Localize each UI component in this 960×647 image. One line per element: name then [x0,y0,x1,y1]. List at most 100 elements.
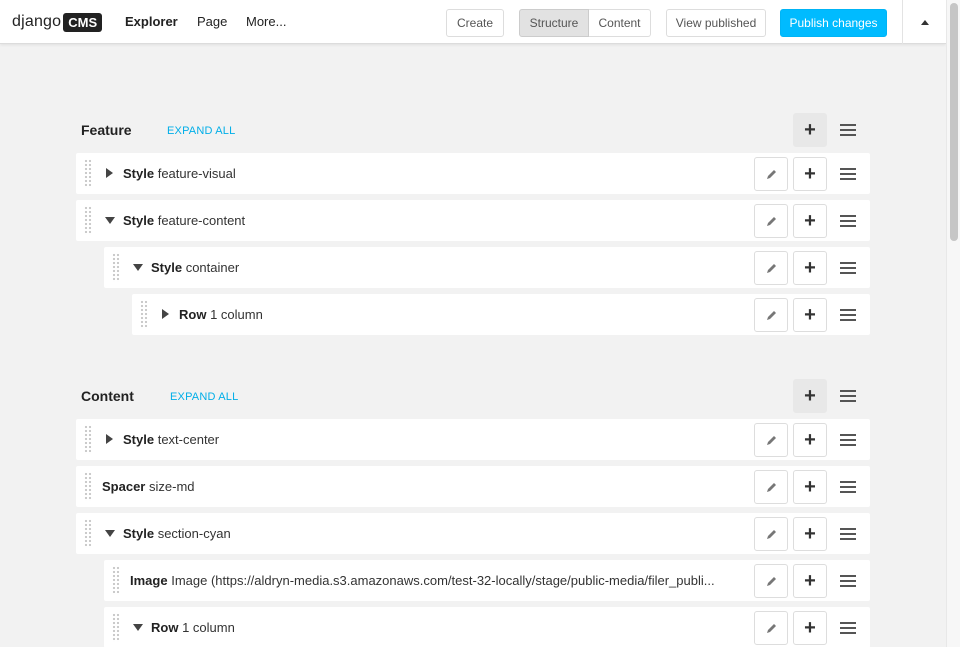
plugin-row[interactable]: Row 1 column + [132,294,870,335]
create-button[interactable]: Create [446,9,504,37]
plugin-row[interactable]: Spacer size-md + [76,466,870,507]
plugin-label: Style feature-visual [123,166,236,181]
hamburger-menu-icon[interactable] [840,124,856,136]
plugin-label: Spacer size-md [102,479,195,494]
plugin-label: Row 1 column [151,620,235,635]
plugin-label: Image Image (https://aldryn-media.s3.ama… [130,573,715,588]
plus-icon: + [804,617,816,639]
edit-plugin-button[interactable] [754,517,788,551]
plugin-row[interactable]: Style feature-visual + [76,153,870,194]
drag-handle-icon[interactable] [112,613,120,642]
add-plugin-button[interactable]: + [793,611,827,645]
view-published-button[interactable]: View published [666,9,766,37]
menu-more[interactable]: More... [246,14,286,29]
drag-handle-icon[interactable] [140,300,148,329]
plus-icon: + [804,570,816,592]
caret-down-icon[interactable] [133,264,143,271]
add-plugin-button[interactable]: + [793,157,827,191]
django-cms-logo[interactable]: django CMS [12,11,103,33]
plus-icon: + [804,257,816,279]
drag-handle-icon[interactable] [84,206,92,235]
drag-handle-icon[interactable] [84,425,92,454]
edit-plugin-button[interactable] [754,470,788,504]
plugin-row[interactable]: Style section-cyan + [76,513,870,554]
pencil-icon [766,529,776,539]
edit-plugin-button[interactable] [754,157,788,191]
edit-plugin-button[interactable] [754,298,788,332]
hamburger-menu-icon[interactable] [840,390,856,402]
hamburger-menu-icon[interactable] [840,528,856,540]
hamburger-menu-icon[interactable] [840,434,856,446]
edit-plugin-button[interactable] [754,564,788,598]
plugin-row[interactable]: Image Image (https://aldryn-media.s3.ama… [104,560,870,601]
hamburger-menu-icon[interactable] [840,215,856,227]
plugin-row[interactable]: Style text-center + [76,419,870,460]
add-plugin-button[interactable]: + [793,517,827,551]
caret-right-icon[interactable] [162,309,169,319]
caret-down-icon[interactable] [105,217,115,224]
caret-right-icon[interactable] [106,434,113,444]
logo-badge: CMS [63,12,103,32]
drag-handle-icon[interactable] [112,566,120,595]
expand-all-feature[interactable]: EXPAND ALL [167,125,235,137]
add-plugin-button[interactable]: + [793,564,827,598]
pencil-icon [766,310,776,320]
plus-icon: + [804,476,816,498]
menu-page[interactable]: Page [197,14,227,29]
plugin-row[interactable]: Row 1 column + [104,607,870,647]
menu-explorer[interactable]: Explorer [125,14,178,29]
page-scrollbar[interactable] [946,0,960,647]
caret-down-icon[interactable] [105,530,115,537]
edit-plugin-button[interactable] [754,423,788,457]
drag-handle-icon[interactable] [84,472,92,501]
plugin-label: Row 1 column [179,307,263,322]
expand-all-content[interactable]: EXPAND ALL [170,391,238,403]
logo-text: django [12,13,62,30]
plugin-row[interactable]: Style feature-content + [76,200,870,241]
plugin-label: Style section-cyan [123,526,231,541]
edit-plugin-button[interactable] [754,204,788,238]
publish-changes-button[interactable]: Publish changes [780,9,887,37]
pencil-icon [766,169,776,179]
scrollbar-thumb[interactable] [950,3,958,241]
add-plugin-button[interactable]: + [793,423,827,457]
hamburger-menu-icon[interactable] [840,622,856,634]
pencil-icon [766,623,776,633]
add-plugin-button[interactable]: + [793,470,827,504]
pencil-icon [766,482,776,492]
hamburger-menu-icon[interactable] [840,262,856,274]
add-plugin-button[interactable]: + [793,379,827,413]
add-plugin-button[interactable]: + [793,113,827,147]
plus-icon: + [804,304,816,326]
plus-icon: + [804,119,816,141]
collapse-toolbar-button[interactable] [903,0,946,44]
caret-down-icon[interactable] [133,624,143,631]
plugin-row[interactable]: Style container + [104,247,870,288]
pencil-icon [766,216,776,226]
hamburger-menu-icon[interactable] [840,168,856,180]
structure-mode-button[interactable]: Structure [519,9,589,37]
plus-icon: + [804,210,816,232]
content-mode-button[interactable]: Content [589,9,651,37]
plus-icon: + [804,385,816,407]
pencil-icon [766,263,776,273]
drag-handle-icon[interactable] [84,159,92,188]
add-plugin-button[interactable]: + [793,251,827,285]
hamburger-menu-icon[interactable] [840,481,856,493]
plus-icon: + [804,429,816,451]
drag-handle-icon[interactable] [84,519,92,548]
edit-plugin-button[interactable] [754,251,788,285]
add-plugin-button[interactable]: + [793,204,827,238]
hamburger-menu-icon[interactable] [840,309,856,321]
cms-toolbar: django CMS Explorer Page More... Create … [0,0,946,44]
hamburger-menu-icon[interactable] [840,575,856,587]
edit-plugin-button[interactable] [754,611,788,645]
plus-icon: + [804,163,816,185]
drag-handle-icon[interactable] [112,253,120,282]
pencil-icon [766,576,776,586]
placeholder-title-feature: Feature [81,122,132,138]
add-plugin-button[interactable]: + [793,298,827,332]
plugin-label: Style container [151,260,240,275]
caret-right-icon[interactable] [106,168,113,178]
caret-up-icon [920,19,929,25]
